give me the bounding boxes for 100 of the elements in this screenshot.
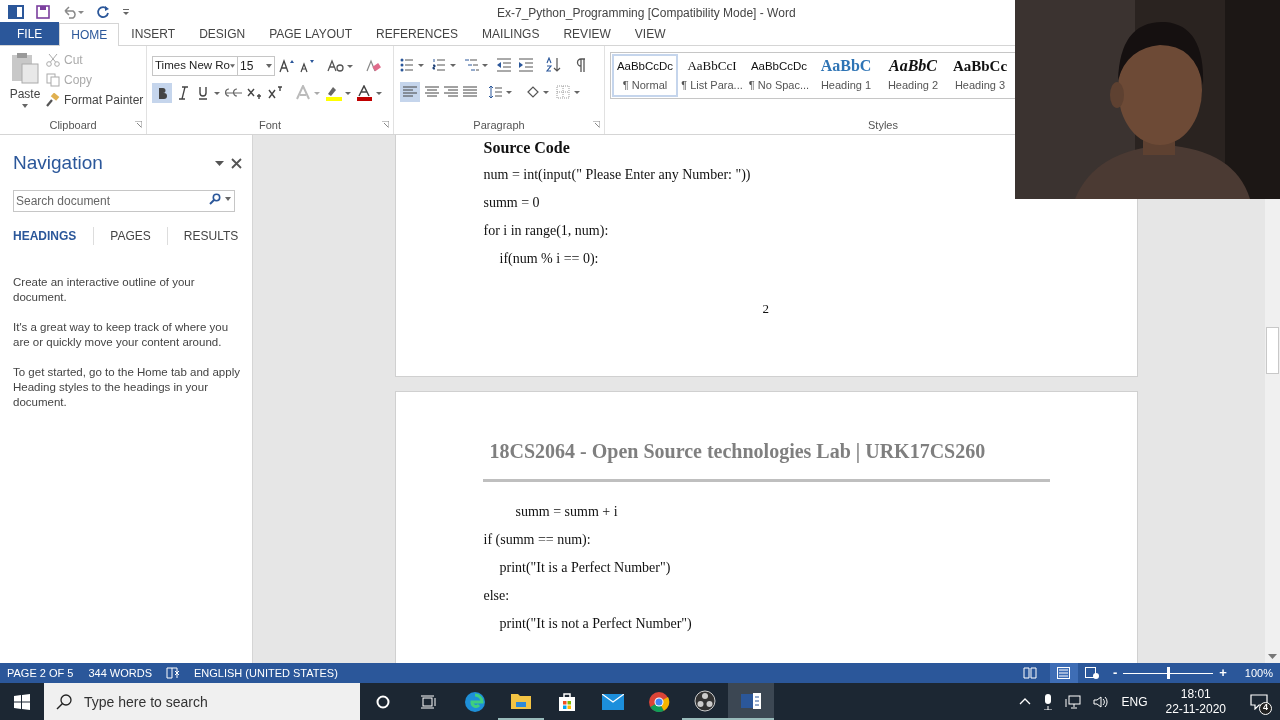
redo-icon[interactable] [96, 4, 110, 19]
network-icon[interactable] [1065, 694, 1082, 709]
font-color-icon[interactable] [356, 85, 384, 101]
read-mode-icon[interactable] [1022, 667, 1037, 679]
paste-button[interactable]: Paste [8, 52, 42, 116]
style-option[interactable]: AaBbCcDc ¶ Normal [612, 54, 678, 97]
decrease-indent-icon[interactable] [496, 58, 512, 72]
paintbrush-icon [46, 93, 60, 107]
notification-count: 4 [1259, 701, 1272, 715]
strikethrough-icon[interactable] [225, 86, 243, 100]
ribbon-tab[interactable]: REFERENCES [364, 22, 471, 45]
clipboard-icon [10, 52, 40, 84]
font-size-dropdown[interactable]: 15 [237, 56, 275, 76]
task-view-icon [421, 694, 437, 709]
pane-title: Navigation [13, 151, 103, 175]
bold-button[interactable] [152, 83, 172, 103]
style-option[interactable]: AaBbCc Heading 3 [947, 54, 1013, 97]
word-logo-icon[interactable] [8, 3, 24, 20]
save-icon[interactable] [36, 4, 50, 19]
center-icon[interactable] [425, 86, 439, 98]
zoom-level[interactable]: 100% [1244, 664, 1273, 682]
superscript-icon[interactable] [267, 86, 285, 100]
ribbon-tab[interactable]: DESIGN [187, 22, 258, 45]
scroll-down-icon[interactable] [1268, 654, 1277, 659]
web-layout-icon[interactable] [1084, 667, 1099, 679]
clear-formatting-icon[interactable] [365, 59, 381, 73]
font-name-dropdown[interactable]: Times New Ro [152, 56, 238, 76]
code-line: for i in range(1, num): [483, 221, 609, 240]
copy-icon [46, 73, 60, 87]
code-line: print("It is a Perfect Number") [499, 558, 671, 577]
page-number: 2 [762, 300, 769, 318]
ribbon-tab[interactable]: PAGE LAYOUT [257, 22, 365, 45]
slider-thumb[interactable] [1166, 667, 1170, 679]
numbering-icon[interactable] [432, 58, 458, 72]
style-option[interactable]: AaBbCcI ¶ List Para... [679, 54, 745, 97]
change-case-icon[interactable] [327, 59, 353, 73]
envelope-icon [602, 693, 624, 710]
bullets-icon[interactable] [400, 58, 426, 72]
subscript-icon[interactable] [246, 86, 264, 100]
group-label: Styles [868, 117, 898, 133]
pilcrow-icon[interactable] [576, 58, 586, 72]
sort-icon[interactable] [546, 57, 562, 73]
zoom-slider[interactable] [1123, 667, 1214, 679]
caret-icon[interactable] [225, 196, 231, 201]
ribbon-tab[interactable]: INSERT [119, 22, 188, 45]
scroll-bar[interactable] [1265, 199, 1280, 663]
word-button[interactable] [728, 683, 774, 720]
zoom-out-button[interactable]: - [1112, 663, 1118, 683]
multilevel-list-icon[interactable] [464, 58, 490, 72]
grow-font-icon[interactable] [279, 59, 295, 73]
dialog-launcher-icon[interactable] [593, 121, 600, 128]
highlight-icon[interactable] [325, 85, 353, 101]
microphone-icon[interactable] [1043, 693, 1054, 710]
align-right-icon[interactable] [444, 86, 458, 98]
search-icon[interactable] [209, 192, 221, 205]
ribbon-tab[interactable]: HOME [59, 23, 120, 46]
format-painter-button[interactable]: Format Painter [46, 92, 144, 108]
file-tab[interactable]: FILE [0, 22, 60, 45]
style-option[interactable]: AaBbC Heading 1 [813, 54, 879, 97]
code-line: print("It is not a Perfect Number") [499, 614, 692, 633]
scissors-icon [46, 53, 60, 67]
taskbar-search-field[interactable]: Type here to search [44, 683, 360, 720]
action-center-button[interactable]: 4 [1246, 688, 1272, 715]
style-option[interactable]: AaBbCcDc ¶ No Spac... [746, 54, 812, 97]
clock[interactable]: 18:01 22-11-2020 [1165, 686, 1226, 717]
print-layout-icon [1057, 667, 1071, 679]
group-label: Font [259, 117, 281, 133]
increase-indent-icon[interactable] [518, 58, 534, 72]
page-header: 18CS2064 - Open Source technologies Lab | URK17CS260 [482, 392, 1050, 482]
pane-tab[interactable]: PAGES [93, 226, 167, 245]
input-language[interactable]: ENG [1121, 692, 1148, 711]
underline-icon[interactable] [196, 86, 222, 100]
zoom-in-button[interactable]: + [1219, 663, 1227, 683]
ribbon-tab[interactable]: REVIEW [551, 22, 623, 45]
chevron-up-icon[interactable] [1019, 698, 1032, 705]
proofing-icon[interactable] [166, 667, 180, 679]
line-spacing-icon[interactable] [488, 85, 514, 99]
pane-options-icon[interactable] [215, 160, 224, 166]
scroll-thumb[interactable] [1266, 327, 1279, 374]
close-icon[interactable] [231, 157, 242, 169]
justify-icon[interactable] [463, 86, 477, 98]
print-layout-button[interactable] [1049, 663, 1078, 683]
speaker-icon[interactable] [1093, 694, 1110, 709]
undo-icon[interactable] [62, 4, 84, 19]
word-count[interactable]: 344 WORDS [88, 664, 152, 682]
customize-toolbar-icon[interactable] [122, 7, 130, 16]
pane-tab[interactable]: HEADINGS [13, 226, 94, 245]
style-option[interactable]: AaBbC Heading 2 [880, 54, 946, 97]
page-count[interactable]: PAGE 2 OF 5 [7, 664, 74, 682]
shrink-font-icon[interactable] [299, 59, 315, 73]
dialog-launcher-icon[interactable] [382, 121, 389, 128]
language-indicator[interactable]: ENGLISH (UNITED STATES) [194, 664, 338, 682]
code-line: summ = 0 [483, 193, 540, 212]
window-title: Ex-7_Python_Programming [Compatibility Mode] - Word [497, 5, 796, 22]
ribbon-tab[interactable]: VIEW [622, 22, 678, 45]
ribbon-tab[interactable]: MAILINGS [470, 22, 552, 45]
shading-icon[interactable] [525, 84, 551, 100]
dialog-launcher-icon[interactable] [135, 121, 142, 128]
code-line: summ = summ + i [515, 502, 618, 521]
search-field[interactable]: Search document [13, 189, 235, 212]
